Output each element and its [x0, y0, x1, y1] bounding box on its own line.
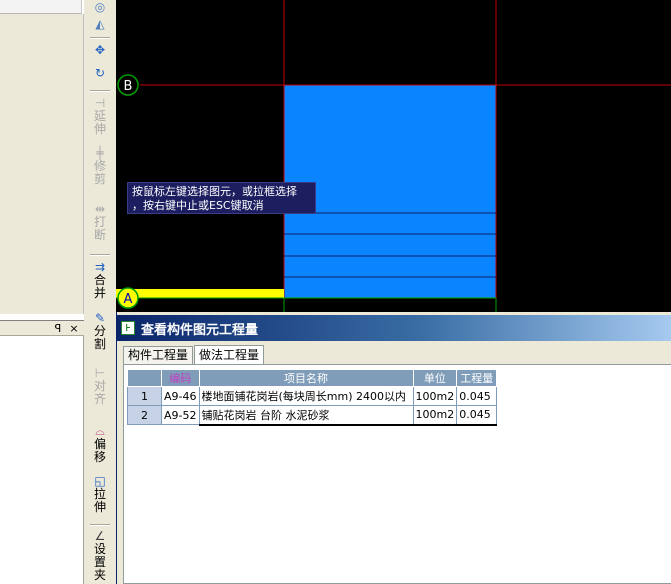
tab-method-quantity[interactable]: 做法工程量 — [194, 345, 265, 365]
row-number[interactable]: 2 — [127, 405, 162, 425]
hint-line-1: 按鼠标左键选择图元，或拉框选择 — [132, 185, 297, 198]
hint-line-2: ，按右键中止或ESC键取消 — [132, 199, 264, 212]
mirror-icon: ◭ — [95, 17, 105, 31]
offset-tool-button[interactable]: ⌓ 偏移 — [86, 424, 114, 464]
cell-item-name[interactable]: 楼地面铺花岗岩(每块周长mm) 2400以内 — [198, 386, 414, 406]
align-tool-button[interactable]: ⊢ 对齐 — [86, 366, 114, 406]
cell-unit[interactable]: 100m2 — [412, 405, 458, 426]
drawing-svg: B A — [116, 0, 671, 312]
dock-panel-body — [0, 336, 84, 584]
axis-b-label: B — [124, 79, 133, 94]
axis-a-highlight — [116, 289, 284, 298]
cell-code[interactable]: A9-52 — [161, 405, 200, 425]
header-item-name[interactable]: 项目名称 — [198, 369, 414, 387]
rotate-icon: ↻ — [94, 66, 106, 80]
trim-icon: ╪ — [96, 146, 104, 160]
angle-icon: ∠ — [94, 529, 106, 543]
set-angle-label: 设置夹 — [93, 542, 106, 582]
toolbar-separator — [90, 90, 110, 92]
toolbar-separator — [90, 254, 110, 256]
align-icon: ⊢ — [94, 366, 106, 380]
quantity-table: 编码 项目名称 单位 工程量 1 A9-46 楼地面铺花岗岩(每块周长mm) 2… — [127, 369, 498, 426]
window-app-icon: ⊦ — [121, 321, 135, 335]
cell-item-name[interactable]: 铺贴花岗岩 台阶 水泥砂浆 — [198, 405, 414, 426]
table-row[interactable]: 2 A9-52 铺贴花岗岩 台阶 水泥砂浆 100m2 0.045 — [127, 405, 498, 426]
stretch-icon: ◱ — [94, 474, 106, 488]
toolbar-separator — [90, 524, 110, 526]
move-tool-button[interactable]: ✥ — [86, 43, 114, 57]
arc-icon: ◎ — [94, 0, 106, 14]
cell-unit[interactable]: 100m2 — [412, 386, 458, 406]
header-unit[interactable]: 单位 — [412, 369, 458, 387]
tab-component-quantity[interactable]: 构件工程量 — [123, 346, 194, 364]
split-label: 分割 — [93, 324, 106, 351]
cell-quantity[interactable]: 0.045 — [456, 405, 498, 426]
tab-strip: 构件工程量 做法工程量 — [123, 344, 265, 365]
stretch-label: 拉伸 — [93, 487, 106, 514]
left-panel-empty-area — [0, 14, 84, 314]
extend-icon: ⊣ — [94, 96, 106, 110]
trim-tool-button[interactable]: ╪ 修剪 — [86, 146, 114, 186]
stretch-tool-button[interactable]: ◱ 拉伸 — [86, 474, 114, 514]
rotate-tool-button[interactable]: ↻ — [86, 66, 114, 80]
left-top-strip — [0, 0, 82, 14]
break-tool-button[interactable]: ⇹ 打断 — [86, 202, 114, 242]
toolbar-separator — [90, 37, 110, 39]
drawing-canvas[interactable]: B A 按鼠标左键选择图元，或拉框选择 ，按右键中止或ESC键取消 — [116, 0, 671, 312]
mirror-tool-button[interactable]: ◭ — [86, 17, 114, 31]
table-header-row: 编码 项目名称 单位 工程量 — [127, 369, 498, 387]
window-title: 查看构件图元工程量 — [141, 322, 259, 338]
selection-hint-tooltip: 按鼠标左键选择图元，或拉框选择 ，按右键中止或ESC键取消 — [127, 182, 316, 214]
cell-quantity[interactable]: 0.045 — [456, 386, 498, 406]
left-panel: ꟼ × — [0, 0, 84, 584]
merge-label: 合并 — [93, 273, 106, 300]
header-quantity[interactable]: 工程量 — [456, 369, 498, 387]
offset-icon: ⌓ — [95, 424, 105, 438]
header-row-number — [127, 369, 162, 387]
break-icon: ⇹ — [94, 202, 106, 216]
break-label: 打断 — [93, 215, 106, 242]
header-code[interactable]: 编码 — [161, 369, 200, 387]
tab-content: 编码 项目名称 单位 工程量 1 A9-46 楼地面铺花岗岩(每块周长mm) 2… — [123, 364, 671, 584]
extend-tool-button[interactable]: ⊣ 延伸 — [86, 96, 114, 136]
dock-panel-header: ꟼ × — [0, 320, 84, 336]
window-titlebar[interactable]: ⊦ 查看构件图元工程量 — [117, 315, 671, 341]
merge-icon: ⇉ — [94, 260, 106, 274]
close-icon[interactable]: × — [68, 322, 80, 335]
modify-toolbar: ◎ ◭ ✥ ↻ ⊣ 延伸 ╪ 修剪 ⇹ 打断 ⇉ 合并 ✎ 分割 ⊢ 对齐 ⌓ … — [86, 0, 114, 584]
split-icon: ✎ — [94, 311, 106, 325]
arc-tool-button[interactable]: ◎ — [86, 0, 114, 14]
row-number[interactable]: 1 — [127, 386, 162, 406]
align-label: 对齐 — [93, 379, 106, 406]
table-row[interactable]: 1 A9-46 楼地面铺花岗岩(每块周长mm) 2400以内 100m2 0.0… — [127, 386, 498, 406]
move-icon: ✥ — [94, 43, 106, 57]
split-tool-button[interactable]: ✎ 分割 — [86, 311, 114, 351]
offset-label: 偏移 — [93, 437, 106, 464]
set-angle-tool-button[interactable]: ∠ 设置夹 — [86, 529, 114, 582]
merge-tool-button[interactable]: ⇉ 合并 — [86, 260, 114, 300]
trim-label: 修剪 — [93, 159, 106, 186]
extend-label: 延伸 — [93, 109, 106, 136]
cell-code[interactable]: A9-46 — [161, 386, 200, 406]
pin-icon[interactable]: ꟼ — [52, 322, 64, 335]
component-quantity-window: ⊦ 查看构件图元工程量 构件工程量 做法工程量 编码 项目名称 单位 工程量 1… — [116, 312, 671, 584]
axis-a-label: A — [124, 292, 133, 307]
